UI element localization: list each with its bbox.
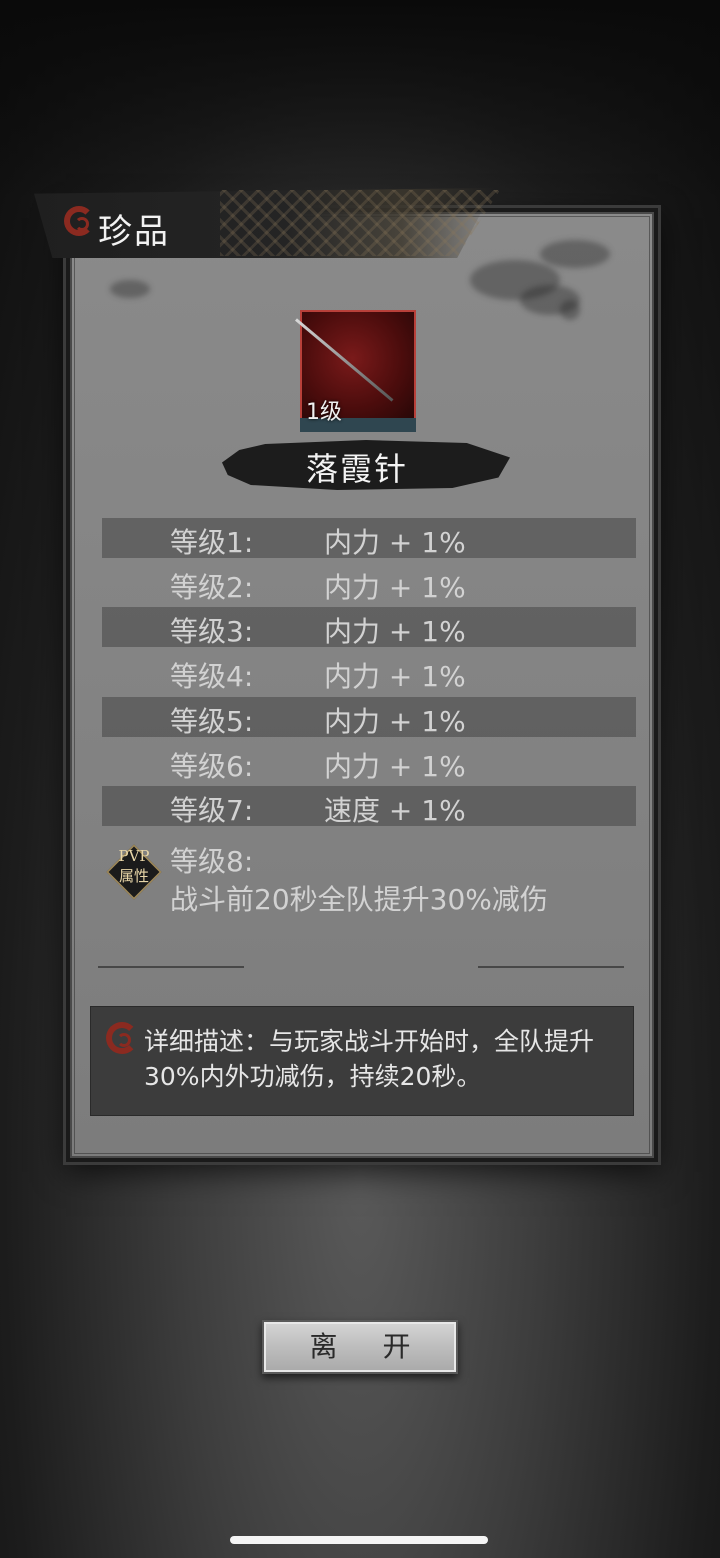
stat-label: 等级3: <box>170 615 254 648</box>
stat-value: 内力 + 1% <box>324 571 466 604</box>
stat-value: 内力 + 1% <box>324 750 466 783</box>
pvp-badge-text: PVP 属性 <box>108 846 160 886</box>
stat-row: 等级6: 内力 + 1% <box>102 742 636 783</box>
description-text: 详细描述：与玩家战斗开始时，全队提升30%内外功减伤，持续20秒。 <box>144 1027 595 1091</box>
stat-row: 等级1: 内力 + 1% <box>102 518 636 559</box>
stat-label: 等级6: <box>170 750 254 783</box>
pvp-level-label: 等级8: <box>170 845 254 878</box>
stat-row: 等级4: 内力 + 1% <box>102 652 636 693</box>
home-indicator[interactable] <box>230 1536 488 1544</box>
stat-value: 内力 + 1% <box>324 660 466 693</box>
stat-value: 内力 + 1% <box>324 615 466 648</box>
pvp-badge-line2: 属性 <box>118 867 149 885</box>
stat-value: 速度 + 1% <box>324 794 466 827</box>
item-level-badge: 1级 <box>306 400 342 425</box>
page-title: 珍品 <box>98 212 170 252</box>
ink-splatter <box>560 300 580 320</box>
top-shadow <box>0 0 720 200</box>
pvp-effect: 战斗前20秒全队提升30%减伤 <box>170 883 548 916</box>
ink-splatter <box>110 280 150 298</box>
swirl-icon <box>64 206 94 236</box>
stat-label: 等级4: <box>170 660 254 693</box>
item-name: 落霞针 <box>305 450 408 488</box>
stat-row: 等级3: 内力 + 1% <box>102 607 636 648</box>
leave-button[interactable]: 离 开 <box>262 1320 458 1374</box>
stat-row: 等级2: 内力 + 1% <box>102 563 636 604</box>
ink-splatter <box>540 240 610 268</box>
divider-right <box>478 966 624 968</box>
pvp-badge-line1: PVP <box>118 847 150 865</box>
stat-label: 等级2: <box>170 571 254 604</box>
divider-left <box>98 966 244 968</box>
stat-value: 内力 + 1% <box>324 705 466 738</box>
header-pattern <box>220 190 500 256</box>
stat-label: 等级7: <box>170 794 254 827</box>
stat-row: 等级5: 内力 + 1% <box>102 697 636 738</box>
stat-label: 等级5: <box>170 705 254 738</box>
stat-value: 内力 + 1% <box>324 526 466 559</box>
swirl-icon <box>106 1022 138 1054</box>
stat-label: 等级1: <box>170 526 254 559</box>
stat-row: 等级7: 速度 + 1% <box>102 786 636 827</box>
